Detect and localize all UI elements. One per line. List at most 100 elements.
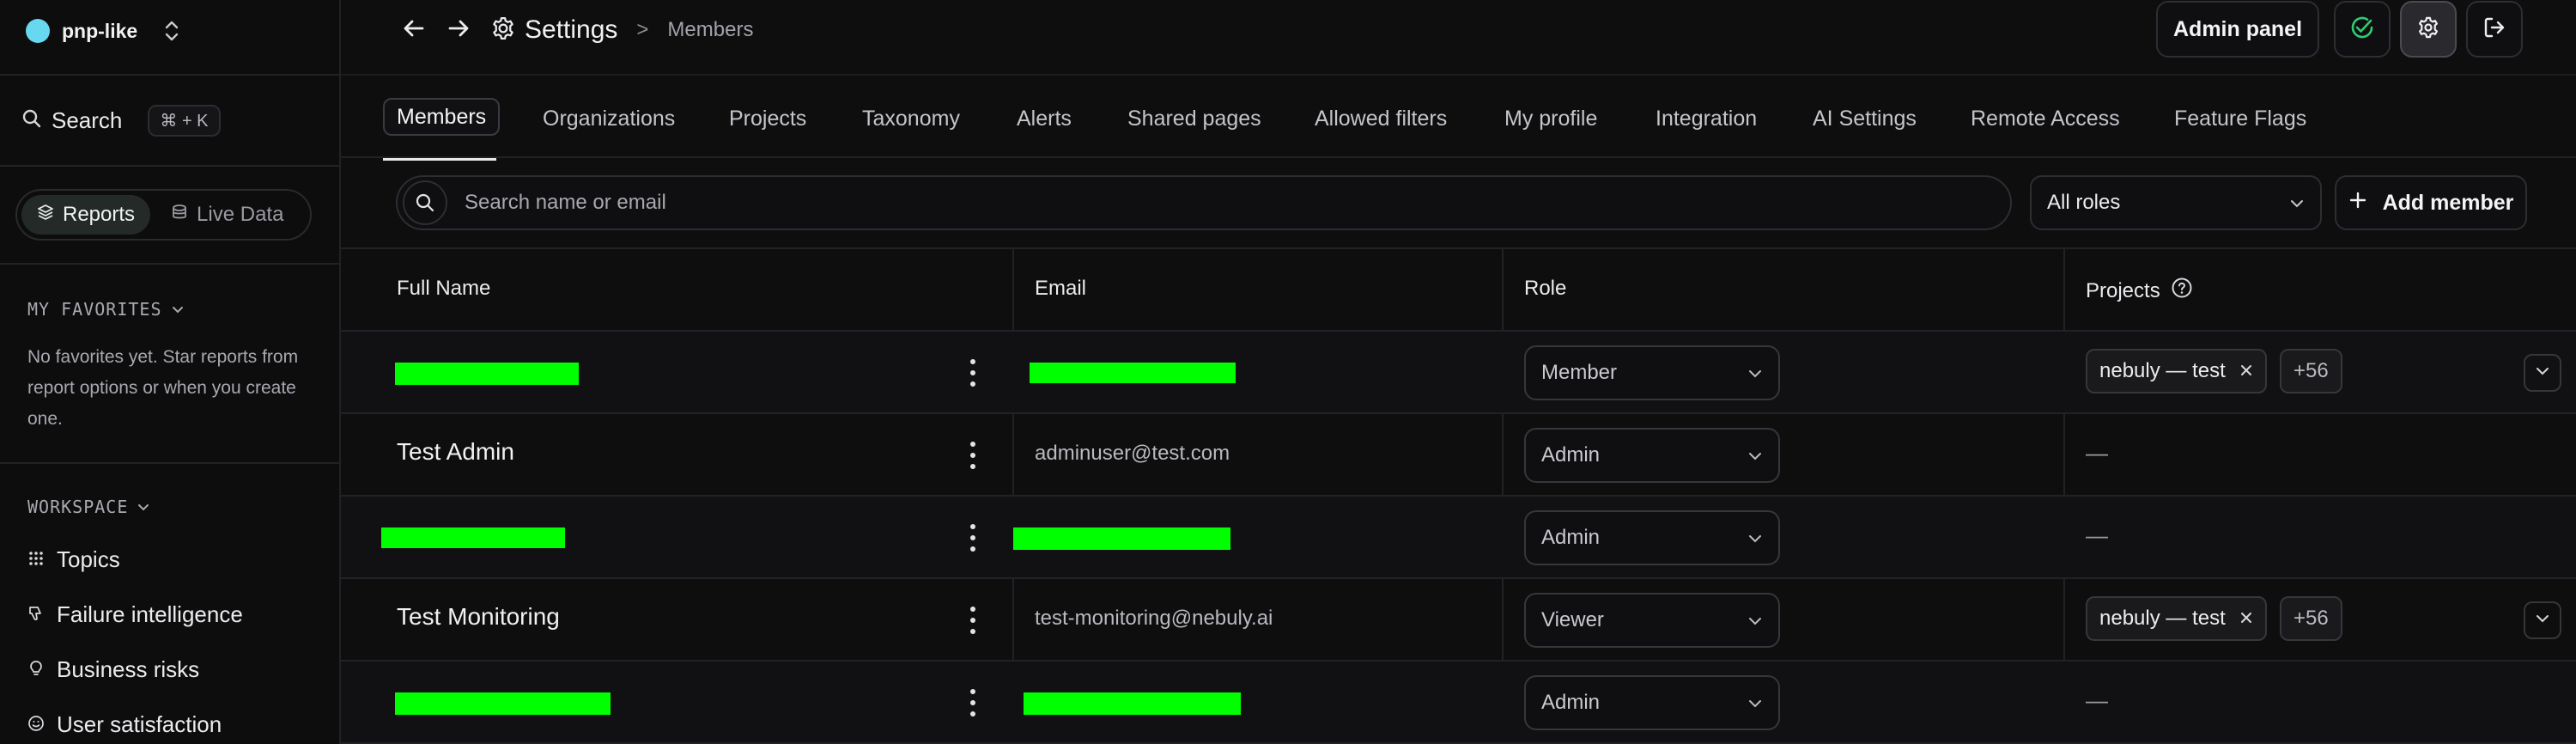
nav-item-failure-intelligence[interactable]: Failure intelligence (27, 601, 243, 628)
nav-label: User satisfaction (57, 711, 222, 737)
tab-members[interactable]: Members (383, 98, 501, 136)
projects-empty: — (2086, 440, 2108, 466)
redacted-email (1030, 363, 1236, 383)
favorites-title: MY FAVORITES (27, 299, 162, 320)
member-search-input[interactable] (463, 181, 2010, 224)
search-icon (22, 109, 41, 132)
expand-row-button[interactable] (2524, 601, 2561, 639)
settings-crumb[interactable]: Settings (490, 15, 617, 46)
tab-ai-settings[interactable]: AI Settings (1813, 100, 1917, 137)
projects-empty: — (2086, 522, 2108, 548)
workspace-name: pnp-like (62, 19, 138, 42)
table-row[interactable]: Admin — (341, 497, 2576, 579)
row-menu-icon[interactable] (966, 524, 980, 552)
tab-my-profile[interactable]: My profile (1504, 100, 1597, 137)
projects-empty: — (2086, 687, 2108, 713)
favorites-empty-text: No favorites yet. Star reports from repo… (27, 347, 299, 429)
roles-filter-select[interactable]: All roles (2030, 175, 2322, 230)
column-header-name[interactable]: Full Name (397, 277, 490, 301)
workspace-switcher[interactable]: pnp-like (26, 15, 180, 46)
tab-taxonomy[interactable]: Taxonomy (862, 100, 960, 137)
close-icon[interactable] (2239, 607, 2253, 631)
tab-shared-pages[interactable]: Shared pages (1127, 100, 1261, 137)
forward-arrow-icon[interactable] (446, 15, 471, 46)
back-arrow-icon[interactable] (401, 15, 427, 46)
table-row[interactable]: Test Monitoring test-monitoring@nebuly.a… (341, 579, 2576, 662)
role-select[interactable]: Member (1524, 345, 1780, 400)
column-header-role[interactable]: Role (1524, 277, 1566, 301)
add-member-label: Add member (2382, 190, 2514, 215)
segment-reports-label: Reports (63, 203, 136, 226)
row-menu-icon[interactable] (966, 689, 980, 717)
tab-allowed-filters[interactable]: Allowed filters (1315, 100, 1447, 137)
breadcrumb-current: Members (667, 18, 754, 41)
row-menu-icon[interactable] (966, 607, 980, 634)
nav-item-user-satisfaction[interactable]: User satisfaction (27, 711, 222, 738)
chevron-down-icon (2289, 191, 2305, 215)
redacted-name (395, 363, 579, 385)
settings-tabs: Members Organizations Projects Taxonomy … (341, 74, 2576, 161)
tab-alerts[interactable]: Alerts (1017, 100, 1072, 137)
role-select[interactable]: Viewer (1524, 593, 1780, 648)
page-title: Settings (525, 15, 618, 44)
workspace-header[interactable]: WORKSPACE (27, 497, 150, 517)
table-row[interactable]: Member nebuly — test +56 (341, 332, 2576, 414)
project-more-badge[interactable]: +56 (2280, 596, 2342, 641)
nav-label: Business risks (57, 656, 200, 682)
segment-live-data-label: Live Data (197, 203, 284, 226)
project-chip-label: nebuly — test (2099, 607, 2226, 630)
sidebar-divider (0, 74, 339, 76)
tab-organizations[interactable]: Organizations (543, 100, 675, 137)
project-chip: nebuly — test (2086, 349, 2267, 393)
project-more-badge[interactable]: +56 (2280, 349, 2342, 393)
sidebar-search-label: Search (52, 107, 123, 133)
role-select[interactable]: Admin (1524, 510, 1780, 565)
tab-feature-flags[interactable]: Feature Flags (2174, 100, 2306, 137)
nav-item-topics[interactable]: Topics (27, 546, 120, 573)
tab-remote-access[interactable]: Remote Access (1971, 100, 2120, 137)
column-header-projects[interactable]: Projects (2086, 277, 2193, 305)
segment-live-data[interactable]: Live Data (155, 195, 299, 235)
sidebar-divider (0, 165, 339, 167)
admin-panel-button[interactable]: Admin panel (2156, 1, 2320, 58)
view-segment: Reports Live Data (15, 189, 312, 241)
segment-reports[interactable]: Reports (21, 195, 151, 235)
role-value: Admin (1541, 443, 1601, 467)
settings-button[interactable] (2400, 1, 2457, 58)
sidebar-search[interactable]: Search ⌘ + K (22, 105, 221, 137)
table-row[interactable]: Test Admin adminuser@test.com Admin — (341, 414, 2576, 497)
role-value: Admin (1541, 526, 1601, 549)
role-select[interactable]: Admin (1524, 428, 1780, 483)
app-root: pnp-like Search ⌘ + K Reports Live Data … (0, 0, 2576, 744)
nav-item-business-risks[interactable]: Business risks (27, 656, 199, 683)
status-button[interactable] (2334, 1, 2391, 58)
lightbulb-icon (27, 656, 45, 683)
role-select[interactable]: Admin (1524, 675, 1780, 730)
table-header: Full Name Email Role Projects (341, 249, 2576, 332)
members-filters: All roles Add member (341, 158, 2576, 249)
row-menu-icon[interactable] (966, 442, 980, 469)
layers-icon (37, 203, 54, 227)
add-member-button[interactable]: Add member (2335, 175, 2527, 230)
grid-icon (27, 546, 45, 573)
table-row[interactable]: Admin — (341, 662, 2576, 744)
tab-integration[interactable]: Integration (1656, 100, 1757, 137)
column-header-projects-label: Projects (2086, 278, 2160, 302)
workspace-title: WORKSPACE (27, 497, 129, 517)
member-email: adminuser@test.com (1035, 442, 1230, 465)
logout-button[interactable] (2466, 1, 2523, 58)
member-name: Test Monitoring (397, 603, 560, 630)
expand-row-button[interactable] (2524, 354, 2561, 392)
gear-icon (490, 15, 516, 46)
close-icon[interactable] (2239, 359, 2253, 383)
role-value: Viewer (1541, 608, 1604, 631)
members-table: Full Name Email Role Projects Member neb… (341, 249, 2576, 744)
row-menu-icon[interactable] (966, 359, 980, 387)
tab-projects[interactable]: Projects (729, 100, 806, 137)
column-header-email[interactable]: Email (1035, 277, 1086, 301)
chevron-down-icon (1747, 361, 1763, 385)
chevron-down-icon (2535, 613, 2550, 628)
nav-label: Failure intelligence (57, 601, 243, 627)
favorites-header[interactable]: MY FAVORITES (27, 299, 185, 320)
help-circle-icon[interactable] (2171, 277, 2193, 305)
